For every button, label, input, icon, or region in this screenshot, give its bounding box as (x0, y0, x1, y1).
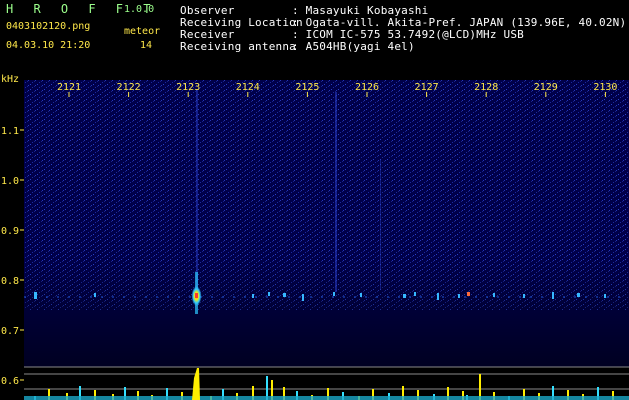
spectrogram-plot: kHz 1.1 1.0 0.9 0.8 0.7 0.6 2121 2122 2123 2124 2… (1, 74, 629, 400)
level-panel (24, 366, 629, 400)
plot-fade (24, 80, 629, 367)
time-tick-label: 2121 (57, 82, 81, 93)
time-tick-label: 2128 (474, 82, 498, 93)
echo-blip (414, 292, 416, 296)
echo-blip (252, 294, 254, 298)
y-tick-label: 1.1 (1, 126, 19, 137)
echo-blip (360, 293, 362, 297)
echo-blip (283, 293, 286, 297)
echo-blip (403, 294, 406, 298)
time-tick-label: 2127 (415, 82, 439, 93)
echo-blip (604, 294, 606, 298)
y-tick-label: 0.9 (1, 226, 19, 237)
echo-blip (34, 292, 37, 299)
echo-blip (437, 293, 439, 300)
echo-blip (577, 293, 580, 297)
time-tick-label: 2130 (593, 82, 617, 93)
y-tick-label: 0.7 (1, 326, 19, 337)
meteor-level-peak (192, 368, 200, 400)
echo-blip (94, 293, 96, 297)
y-axis-unit: kHz (1, 74, 19, 85)
time-tick-label: 2122 (117, 82, 141, 93)
echo-blip (552, 292, 554, 299)
echo-blip (458, 294, 460, 298)
time-tick-label: 2126 (355, 82, 379, 93)
level-baseline (24, 396, 629, 400)
echo-blip (493, 293, 495, 297)
time-tick-label: 2123 (176, 82, 200, 93)
time-tick-label: 2125 (295, 82, 319, 93)
y-axis: kHz 1.1 1.0 0.9 0.8 0.7 0.6 (1, 74, 24, 387)
time-tick-label: 2124 (236, 82, 260, 93)
echo-blip (268, 292, 270, 296)
time-tick-label: 2129 (534, 82, 558, 93)
echo-blip (302, 294, 304, 301)
y-tick-label: 1.0 (1, 176, 19, 187)
echo-blip (467, 292, 470, 296)
y-tick-label: 0.8 (1, 276, 19, 287)
echo-blip (523, 294, 525, 298)
y-tick-label: 0.6 (1, 376, 19, 387)
echo-blip (333, 292, 335, 296)
